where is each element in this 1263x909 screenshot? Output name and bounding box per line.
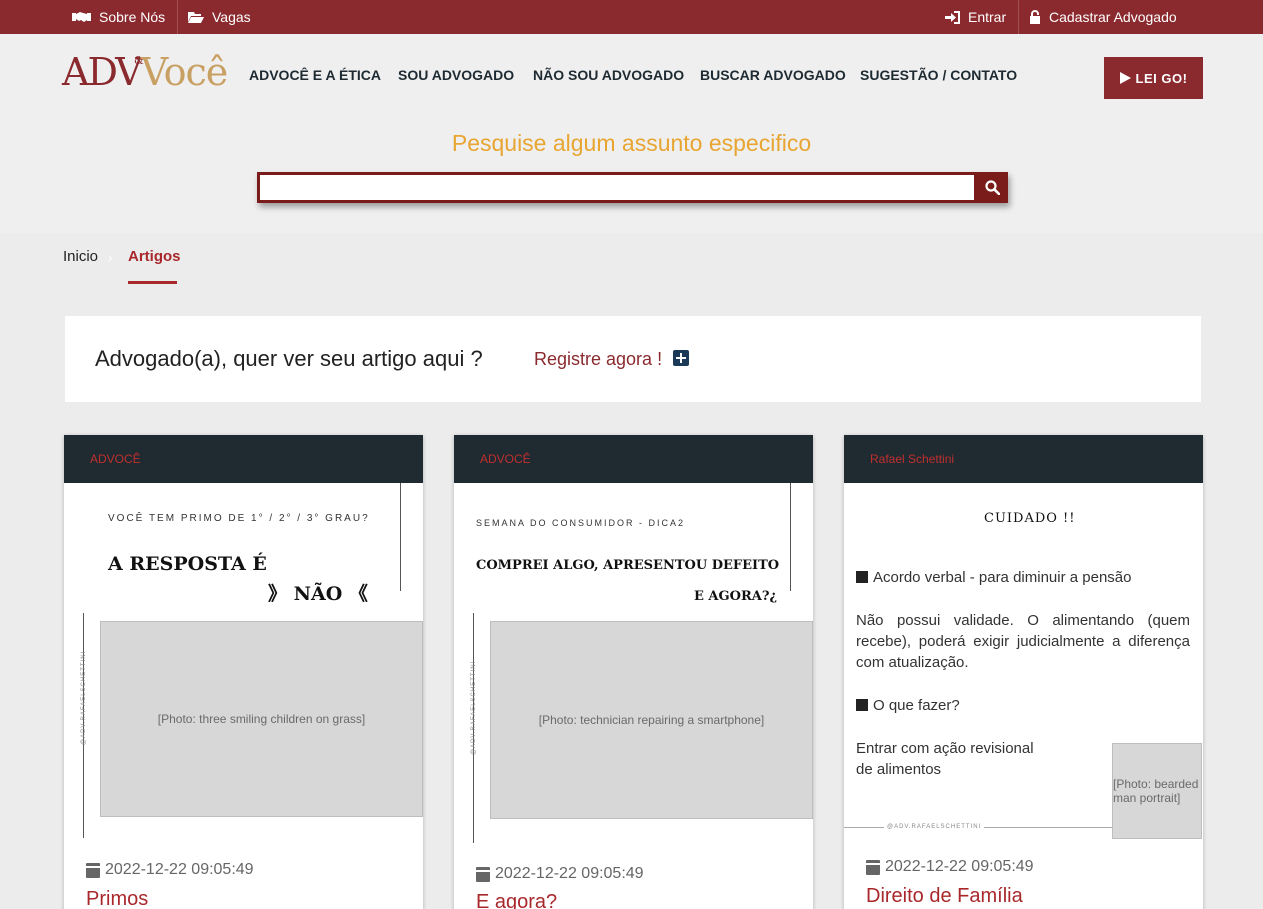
image-text-2: Não possui validade. O alimentando (quem…: [856, 612, 1190, 671]
register-lawyer-label: Cadastrar Advogado: [1049, 9, 1177, 25]
logo-voce: Você: [140, 50, 229, 94]
breadcrumb-home[interactable]: Inicio: [63, 248, 98, 265]
image-heading: COMPREI ALGO, APRESENTOU DEFEITO: [476, 558, 780, 573]
lei-go-button[interactable]: LEI GO!: [1104, 57, 1203, 99]
article-card[interactable]: ADVOCÊ VOCÊ TEM PRIMO DE 1° / 2° / 3° GR…: [64, 435, 423, 909]
card-author[interactable]: ADVOCÊ: [480, 452, 531, 466]
card-date: 2022-12-22 09:05:49: [476, 865, 644, 883]
logo-adv: ADV: [62, 50, 143, 94]
lei-go-label: LEI GO!: [1135, 70, 1188, 86]
nav-advoce-etica[interactable]: ADVOCÊ E A ÉTICA: [249, 67, 381, 83]
logo-amp: &: [134, 54, 144, 67]
plus-square-icon[interactable]: [673, 350, 689, 366]
card-title[interactable]: Primos: [86, 888, 148, 909]
card-title[interactable]: Direito de Família: [866, 885, 1023, 908]
breadcrumb-current: Artigos: [128, 248, 181, 265]
calendar-icon: [866, 859, 880, 875]
site-logo[interactable]: ADVVocê &: [62, 50, 229, 94]
image-heading: A RESPOSTA É: [108, 553, 267, 575]
chevron-right-icon: ›: [108, 250, 113, 265]
square-icon: [856, 571, 868, 583]
sign-in-icon: [945, 10, 960, 24]
folder-open-icon: [188, 12, 204, 23]
children-photo: [Photo: three smiling children on grass]: [100, 621, 423, 817]
login-label: Entrar: [968, 9, 1007, 25]
top-divider: [1018, 0, 1019, 34]
register-now-link[interactable]: Registre agora !: [534, 349, 662, 370]
login-link[interactable]: Entrar: [945, 0, 1006, 34]
card-title[interactable]: E agora?: [476, 891, 557, 909]
register-question: Advogado(a), quer ver seu artigo aqui ?: [95, 346, 483, 371]
image-subtitle: SEMANA DO CONSUMIDOR - DICA2: [476, 518, 686, 528]
image-subtitle: VOCÊ TEM PRIMO DE 1° / 2° / 3° GRAU?: [108, 513, 370, 524]
nav-sou-advogado[interactable]: SOU ADVOGADO: [398, 67, 514, 83]
card-date: 2022-12-22 09:05:49: [866, 858, 1034, 876]
card-date-text: 2022-12-22 09:05:49: [105, 861, 254, 878]
image-text-3: O que fazer?: [873, 697, 960, 714]
main-header: ADVVocê & ADVOCÊ E A ÉTICA SOU ADVOGADO …: [0, 34, 1263, 124]
jobs-label: Vagas: [212, 9, 251, 25]
card-header: ADVOCÊ: [64, 435, 423, 483]
jobs-link[interactable]: Vagas: [188, 0, 251, 34]
card-author[interactable]: Rafael Schettini: [870, 452, 954, 466]
about-label: Sobre Nós: [99, 9, 166, 25]
lock-icon: [1030, 10, 1040, 24]
search-input[interactable]: [260, 175, 974, 200]
image-heading-2: 》 NÃO 《: [268, 583, 368, 605]
nav-nao-sou-advogado[interactable]: NÃO SOU ADVOGADO: [533, 67, 684, 83]
calendar-icon: [476, 866, 490, 882]
image-handle: @ADV.RAFAELSCHETTINI: [884, 824, 985, 830]
article-card[interactable]: ADVOCÊ SEMANA DO CONSUMIDOR - DICA2 COMP…: [454, 435, 813, 909]
search-title: Pesquise algum assunto especifico: [451, 130, 812, 156]
square-icon: [856, 699, 868, 711]
about-link[interactable]: Sobre Nós: [72, 0, 165, 34]
portrait-photo: [Photo: bearded man portrait]: [1112, 743, 1202, 839]
register-banner: Advogado(a), quer ver seu artigo aqui ? …: [65, 316, 1201, 402]
nav-buscar-advogado[interactable]: BUSCAR ADVOGADO: [700, 67, 846, 83]
handshake-icon: [72, 12, 91, 22]
card-date-text: 2022-12-22 09:05:49: [885, 858, 1034, 875]
image-text: O que fazer?: [856, 695, 1190, 716]
top-bar: Sobre Nós Vagas Entrar Cadastrar Advogad…: [0, 0, 1263, 34]
decor-line: [400, 483, 401, 591]
card-header: Rafael Schettini: [844, 435, 1203, 483]
card-date: 2022-12-22 09:05:49: [86, 861, 254, 879]
article-image[interactable]: CUIDADO !! Acordo verbal - para diminuir…: [844, 483, 1203, 845]
register-lawyer-link[interactable]: Cadastrar Advogado: [1029, 0, 1177, 34]
image-handle: @ADV.RAFAELSCHETTINI: [471, 660, 477, 755]
nav-sugestao-contato[interactable]: SUGESTÃO / CONTATO: [860, 67, 1017, 83]
image-heading: CUIDADO !!: [984, 511, 1076, 526]
decor-line: [790, 483, 791, 591]
play-icon: [1119, 72, 1131, 84]
calendar-icon: [86, 862, 100, 878]
image-handle: @ADV.RAFAELSCHETTINI: [81, 650, 87, 745]
article-image[interactable]: VOCÊ TEM PRIMO DE 1° / 2° / 3° GRAU? A R…: [64, 483, 423, 845]
article-image[interactable]: SEMANA DO CONSUMIDOR - DICA2 COMPREI ALG…: [454, 483, 813, 845]
card-author[interactable]: ADVOCÊ: [90, 452, 141, 466]
search-button[interactable]: [977, 172, 1008, 203]
card-date-text: 2022-12-22 09:05:49: [495, 865, 644, 882]
top-divider: [177, 0, 178, 34]
search-bar: [257, 172, 1008, 203]
search-icon: [985, 180, 1000, 195]
image-text-1: Acordo verbal - para diminuir a pensão: [873, 569, 1132, 586]
image-heading-2: E AGORA?¿: [694, 589, 778, 604]
article-card[interactable]: Rafael Schettini CUIDADO !! Acordo verba…: [844, 435, 1203, 909]
image-text: Acordo verbal - para diminuir a pensão: [856, 567, 1190, 588]
card-header: ADVOCÊ: [454, 435, 813, 483]
breadcrumb-underline: [128, 281, 177, 284]
phone-repair-photo: [Photo: technician repairing a smartphon…: [490, 621, 813, 819]
